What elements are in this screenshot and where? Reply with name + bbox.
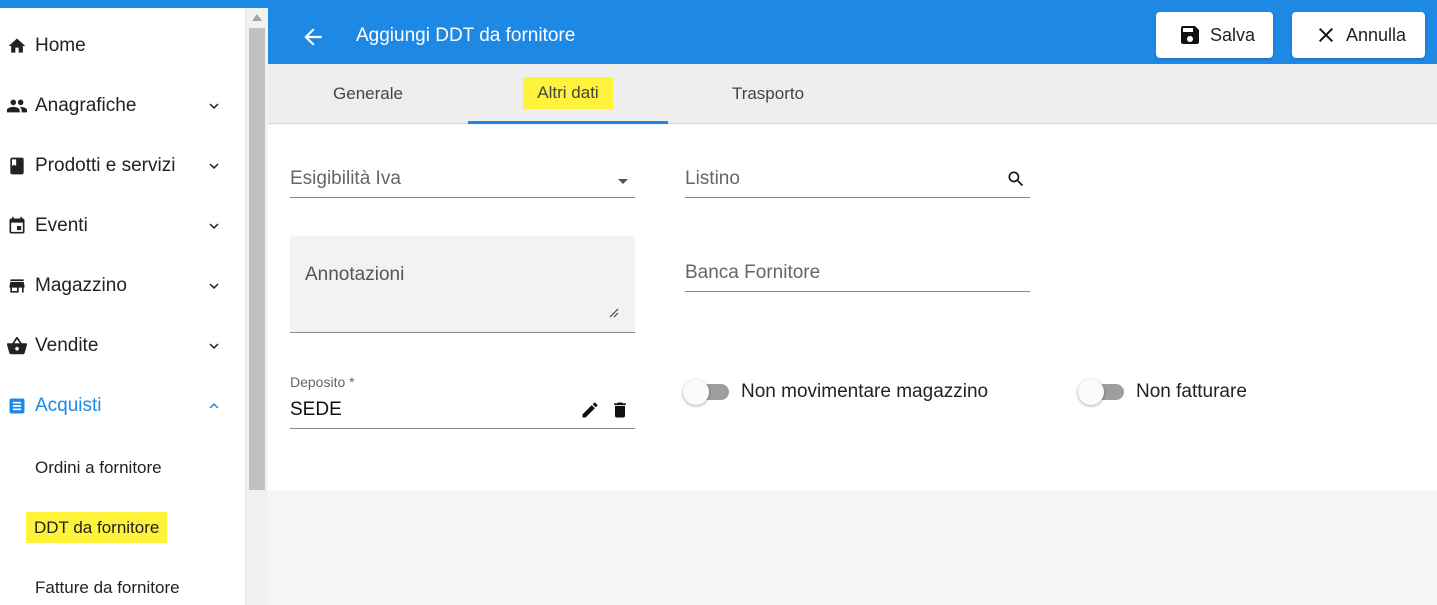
sidebar-subitem-label: DDT da fornitore: [26, 512, 168, 543]
scroll-thumb[interactable]: [249, 28, 265, 490]
save-button-label: Salva: [1210, 24, 1256, 45]
esigibilita-iva-select[interactable]: Esigibilità Iva: [290, 155, 635, 199]
chevron-up-icon: [209, 403, 219, 409]
home-icon: [6, 35, 28, 57]
back-arrow-icon[interactable]: [300, 24, 326, 50]
form-card: Esigibilità Iva Listino Annotazioni Banc…: [268, 125, 1437, 491]
field-underline: [290, 428, 635, 429]
sidebar-item-home[interactable]: Home: [0, 16, 245, 76]
sidebar-item-prodotti-e-servizi[interactable]: Prodotti e servizi: [0, 136, 245, 196]
sidebar-item-label: Vendite: [35, 335, 99, 356]
resize-handle-icon[interactable]: [609, 308, 619, 318]
edit-icon[interactable]: [580, 400, 600, 420]
top-accent-strip: [0, 0, 1437, 8]
sidebar-item-label: Magazzino: [35, 275, 127, 296]
annotazioni-textarea[interactable]: Annotazioni: [290, 236, 635, 333]
book-icon: [6, 155, 28, 177]
sidebar: Home Anagrafiche Prodotti e servizi Even…: [0, 8, 245, 605]
store-icon: [6, 275, 28, 297]
delete-icon[interactable]: [610, 400, 630, 420]
sidebar-item-vendite[interactable]: Vendite: [0, 316, 245, 376]
annotazioni-placeholder: Annotazioni: [305, 264, 405, 285]
cancel-button[interactable]: Annulla: [1292, 12, 1425, 58]
search-icon[interactable]: [1006, 169, 1026, 189]
field-underline: [685, 197, 1030, 198]
esigibilita-iva-placeholder: Esigibilità Iva: [290, 168, 401, 189]
banca-fornitore-input[interactable]: Banca Fornitore: [685, 251, 1030, 293]
listino-placeholder: Listino: [685, 168, 740, 189]
sidebar-item-label: Anagrafiche: [35, 95, 137, 116]
toggle-knob: [1078, 379, 1104, 405]
toggle-knob: [683, 379, 709, 405]
save-icon: [1181, 26, 1199, 44]
app-header: Aggiungi DDT da fornitore Salva Annulla: [268, 8, 1437, 64]
deposito-value: SEDE: [290, 399, 342, 420]
scroll-up-arrow-icon[interactable]: [252, 14, 262, 21]
deposito-label: Deposito *: [290, 374, 355, 390]
sidebar-scrollbar[interactable]: [245, 8, 267, 605]
chevron-down-icon: [209, 163, 219, 169]
toggle-track[interactable]: [1078, 379, 1124, 405]
calendar-icon: [6, 215, 28, 237]
deposito-field[interactable]: Deposito * SEDE: [290, 370, 635, 430]
people-icon: [6, 95, 28, 117]
tab-label: Altri dati: [523, 76, 613, 109]
chevron-down-icon: [209, 343, 219, 349]
close-icon: [1319, 28, 1333, 42]
chevron-down-icon: [209, 223, 219, 229]
tab-trasporto[interactable]: Trasporto: [668, 64, 868, 124]
sidebar-item-magazzino[interactable]: Magazzino: [0, 256, 245, 316]
field-underline: [290, 197, 635, 198]
sidebar-item-label: Home: [35, 35, 86, 56]
sidebar-subitem-label: Fatture da fornitore: [35, 578, 180, 597]
toggle-label: Non fatturare: [1136, 381, 1247, 402]
cancel-button-label: Annulla: [1346, 24, 1407, 45]
sidebar-item-acquisti[interactable]: Acquisti: [0, 376, 245, 436]
banca-fornitore-placeholder: Banca Fornitore: [685, 262, 821, 283]
sidebar-item-label: Prodotti e servizi: [35, 155, 176, 176]
sidebar-subitem-ddt-da-fornitore[interactable]: DDT da fornitore: [26, 512, 168, 543]
sidebar-item-label: Eventi: [35, 215, 88, 236]
page-title: Aggiungi DDT da fornitore: [356, 25, 576, 46]
toggle-label: Non movimentare magazzino: [741, 381, 989, 402]
tab-bar: Generale Altri dati Trasporto: [268, 64, 1437, 124]
tab-label: Generale: [333, 84, 403, 103]
save-button[interactable]: Salva: [1156, 12, 1273, 58]
non-movimentare-magazzino-toggle[interactable]: Non movimentare magazzino: [683, 379, 989, 405]
sidebar-subitem-label: Ordini a fornitore: [35, 458, 162, 477]
toggle-track[interactable]: [683, 379, 729, 405]
sidebar-item-label: Acquisti: [35, 395, 102, 416]
dropdown-arrow-icon: [618, 179, 628, 184]
chevron-down-icon: [209, 283, 219, 289]
sidebar-subitem-ordini-a-fornitore[interactable]: Ordini a fornitore: [35, 458, 162, 478]
field-underline: [685, 291, 1030, 292]
sidebar-item-anagrafiche[interactable]: Anagrafiche: [0, 76, 245, 136]
tab-altri-dati[interactable]: Altri dati: [468, 64, 668, 124]
chevron-down-icon: [209, 103, 219, 109]
non-fatturare-toggle[interactable]: Non fatturare: [1078, 379, 1247, 405]
basket-icon: [6, 335, 28, 357]
sidebar-item-eventi[interactable]: Eventi: [0, 196, 245, 256]
sidebar-subitem-fatture-da-fornitore[interactable]: Fatture da fornitore: [35, 578, 180, 598]
listino-input[interactable]: Listino: [685, 155, 1030, 199]
list-icon: [6, 395, 28, 417]
tab-label: Trasporto: [731, 84, 805, 103]
tab-generale[interactable]: Generale: [268, 64, 468, 124]
